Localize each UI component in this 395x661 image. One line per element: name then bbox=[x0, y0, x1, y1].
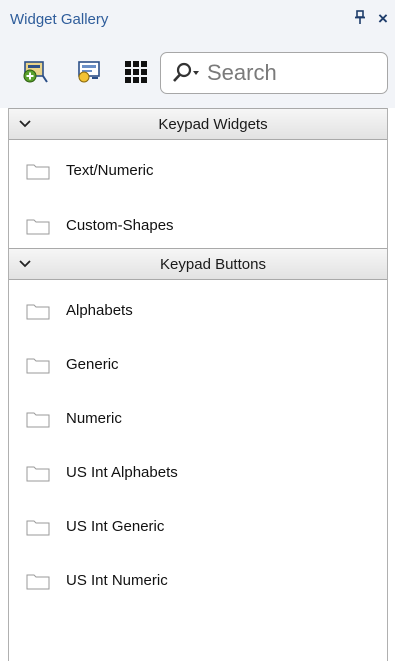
list-item-text-numeric[interactable]: Text/Numeric bbox=[9, 150, 387, 190]
search-icon[interactable] bbox=[171, 62, 201, 84]
item-label: Numeric bbox=[66, 410, 122, 427]
folder-icon bbox=[26, 520, 50, 536]
item-label: Custom-Shapes bbox=[66, 217, 174, 234]
gallery-toolbar bbox=[0, 40, 395, 108]
folder-icon bbox=[26, 219, 50, 235]
search-input[interactable] bbox=[207, 59, 377, 87]
grid-view-icon bbox=[125, 61, 147, 83]
folder-icon bbox=[26, 304, 50, 320]
group-header-keypad-widgets[interactable]: Keypad Widgets bbox=[9, 108, 387, 140]
group-header-keypad-buttons[interactable]: Keypad Buttons bbox=[9, 248, 387, 280]
list-item-us-int-generic[interactable]: US Int Generic bbox=[9, 506, 387, 546]
folder-icon bbox=[26, 358, 50, 374]
folder-icon bbox=[26, 412, 50, 428]
grid-view-button[interactable] bbox=[121, 56, 151, 86]
item-label: Generic bbox=[66, 356, 119, 373]
folder-icon bbox=[26, 466, 50, 482]
item-label: Text/Numeric bbox=[66, 162, 154, 179]
widget-gallery-panel: Widget Gallery × Search Keypad Widgets T… bbox=[0, 0, 395, 661]
chevron-down-icon[interactable] bbox=[17, 255, 33, 271]
chevron-down-icon[interactable] bbox=[17, 115, 33, 131]
list-item-numeric[interactable]: Numeric bbox=[9, 398, 387, 438]
edit-widget-icon bbox=[78, 61, 100, 83]
group-label: Keypad Buttons bbox=[160, 256, 266, 273]
list-item-generic[interactable]: Generic bbox=[9, 344, 387, 384]
search-box[interactable] bbox=[160, 52, 388, 94]
item-label: US Int Alphabets bbox=[66, 464, 178, 481]
item-label: US Int Numeric bbox=[66, 572, 168, 589]
list-item-us-int-numeric[interactable]: US Int Numeric bbox=[9, 560, 387, 600]
item-label: US Int Generic bbox=[66, 518, 165, 535]
edit-widget-button[interactable] bbox=[74, 56, 104, 86]
add-widget-button[interactable] bbox=[20, 56, 50, 86]
panel-title: Widget Gallery bbox=[10, 11, 109, 28]
folder-icon bbox=[26, 574, 50, 590]
list-item-custom-shapes[interactable]: Custom-Shapes bbox=[9, 205, 387, 245]
add-widget-icon bbox=[23, 61, 48, 83]
close-icon[interactable]: × bbox=[374, 9, 392, 29]
folder-icon bbox=[26, 164, 50, 180]
widget-list: Keypad Widgets Text/Numeric Custom-Shape… bbox=[8, 108, 388, 661]
item-label: Alphabets bbox=[66, 302, 133, 319]
list-item-us-int-alphabets[interactable]: US Int Alphabets bbox=[9, 452, 387, 492]
panel-titlebar: Widget Gallery × bbox=[0, 0, 395, 40]
group-label: Keypad Widgets bbox=[158, 116, 268, 133]
list-item-alphabets[interactable]: Alphabets bbox=[9, 290, 387, 330]
pin-icon[interactable] bbox=[351, 9, 369, 29]
